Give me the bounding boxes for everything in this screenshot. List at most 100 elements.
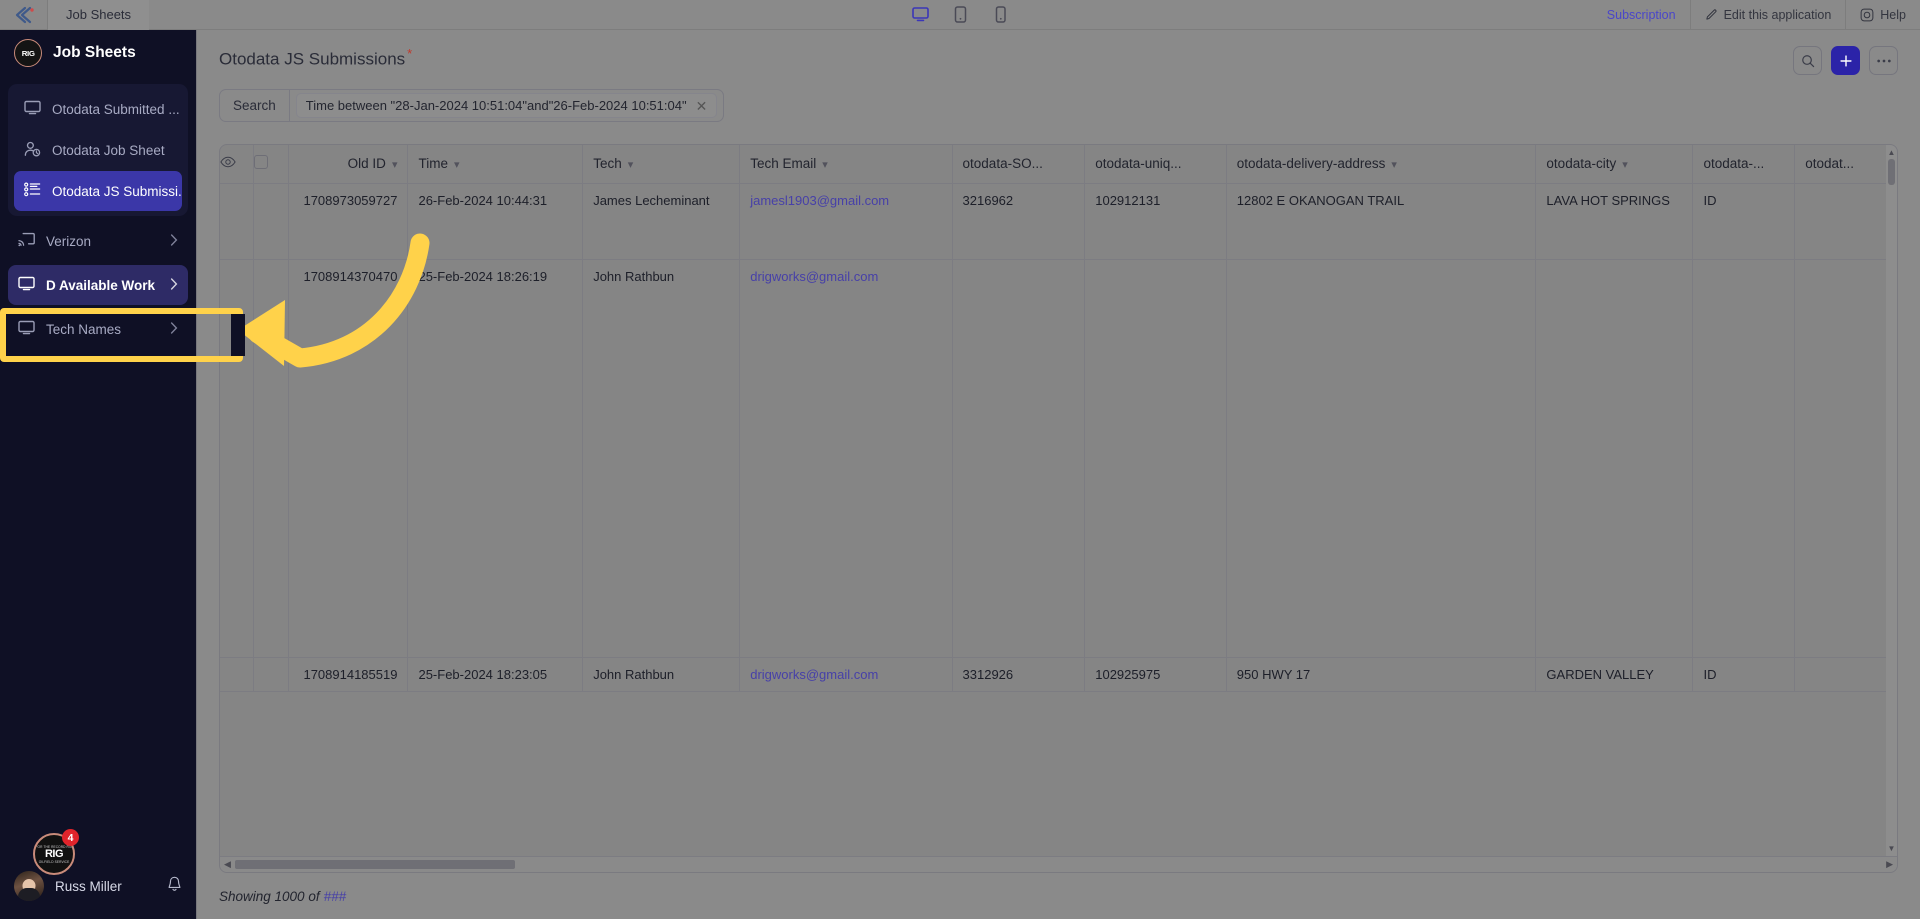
page-title: Otodata JS Submissions *: [219, 46, 412, 70]
scroll-right-arrow-icon[interactable]: ▶: [1886, 859, 1893, 870]
table-row[interactable]: 1708973059727 26-Feb-2024 10:44:31 James L…: [220, 183, 1897, 260]
sidebar-item-otodata-job-sheet[interactable]: Otodata Job Sheet: [14, 130, 182, 170]
chevron-right-icon[interactable]: [170, 233, 178, 249]
cell-tech: John Rathbun: [582, 657, 741, 692]
sidebar-item-otodata-submitted[interactable]: Otodata Submitted ...: [14, 89, 182, 129]
help-button[interactable]: Help: [1845, 0, 1920, 30]
column-header-old_id[interactable]: Old ID ▾: [288, 145, 409, 184]
column-header-label: otodata-SO...: [962, 156, 1043, 172]
bell-icon[interactable]: [167, 876, 182, 897]
page-title-text: Otodata JS Submissions: [219, 49, 406, 69]
cell-old_id: 1708914370470: [288, 259, 409, 658]
table-row[interactable]: 1708914370470 25-Feb-2024 18:26:19 John Ra…: [220, 259, 1897, 658]
vertical-scrollbar[interactable]: ▲ ▼: [1886, 145, 1897, 856]
search-icon: [1801, 54, 1814, 67]
scroll-down-arrow-icon[interactable]: ▼: [1888, 844, 1896, 853]
column-header-label: Old ID: [347, 156, 386, 172]
column-header-tech[interactable]: Tech ▾: [582, 145, 741, 184]
column-header-more[interactable]: otodat...: [1794, 145, 1897, 184]
chevron-down-icon[interactable]: ▾: [454, 159, 460, 171]
column-header-time[interactable]: Time ▾: [407, 145, 584, 184]
app-logo-glyph: [15, 6, 34, 23]
chevron-down-icon[interactable]: ▾: [1391, 159, 1397, 171]
horizontal-scrollbar[interactable]: ◀ ▶: [220, 856, 1897, 872]
column-header-label: Tech Email: [750, 156, 817, 172]
horizontal-scroll-thumb[interactable]: [234, 860, 515, 869]
cell-state: [1692, 259, 1796, 658]
row-eye-cell[interactable]: [220, 259, 254, 658]
sidebar-brand[interactable]: RIG Job Sheets: [0, 30, 196, 76]
chevron-right-icon[interactable]: [170, 321, 178, 337]
search-filter-chip[interactable]: Time between "28-Jan-2024 10:51:04"and"2…: [295, 93, 718, 118]
browser-chrome-bar: Job Sheets Subscription Edit this applic…: [0, 0, 1920, 30]
column-header-so[interactable]: otodata-SO...: [952, 145, 1086, 184]
eye-icon-glyph: [220, 156, 236, 168]
chevron-down-icon[interactable]: ▾: [628, 159, 634, 171]
column-header-uniq[interactable]: otodata-uniq...: [1084, 145, 1227, 184]
vertical-scroll-thumb[interactable]: [1888, 159, 1895, 185]
submissions-table: Old ID ▾ Time ▾ Tech ▾ Tech Email ▾ otodata-SO..…: [220, 145, 1897, 692]
chevron-down-icon[interactable]: ▾: [392, 159, 398, 171]
sidebar-item-verizon[interactable]: Verizon: [8, 221, 188, 261]
cast-icon: [18, 232, 35, 250]
scroll-left-arrow-icon[interactable]: ◀: [224, 859, 231, 870]
row-checkbox-cell[interactable]: [253, 183, 290, 260]
browser-tab-job-sheets[interactable]: Job Sheets: [48, 0, 150, 30]
search-filter-chip-label: Time between "28-Jan-2024 10:51:04"and"2…: [305, 98, 687, 113]
avatar: [14, 871, 44, 901]
column-header-addr[interactable]: otodata-delivery-address ▾: [1226, 145, 1537, 184]
add-button[interactable]: [1831, 46, 1860, 75]
edit-application-button[interactable]: Edit this application: [1689, 0, 1846, 30]
row-checkbox-cell[interactable]: [253, 657, 290, 692]
subscription-link[interactable]: Subscription: [1593, 0, 1690, 30]
mobile-icon[interactable]: [989, 5, 1011, 25]
table-footer: Showing 1000 of ###: [197, 873, 1920, 919]
sidebar-item-otodata-js-submissions[interactable]: Otodata JS Submissi...: [14, 171, 182, 211]
table-row[interactable]: 1708914185519 25-Feb-2024 18:23:05 John Ra…: [220, 657, 1897, 692]
cell-email[interactable]: drigworks@gmail.com: [739, 657, 953, 692]
select-all-checkbox[interactable]: [253, 145, 290, 184]
sidebar-flat-list: Verizon D Available Work Tech Names: [0, 220, 196, 350]
column-header-city[interactable]: otodata-city ▾: [1535, 145, 1694, 184]
page-header: Otodata JS Submissions *: [197, 30, 1920, 75]
scroll-up-arrow-icon[interactable]: ▲: [1888, 148, 1896, 157]
horizontal-scroll-track[interactable]: [234, 860, 1882, 869]
brand-logo-text: RIG: [21, 48, 35, 58]
sidebar-item-tech-names[interactable]: Tech Names: [8, 309, 188, 349]
sidebar-item-label: D Available Work: [46, 277, 156, 293]
sidebar-item-label: Otodata JS Submissi...: [52, 183, 182, 199]
row-checkbox-cell[interactable]: [253, 259, 290, 658]
chevron-down-icon[interactable]: ▾: [1622, 159, 1628, 171]
column-header-email[interactable]: Tech Email ▾: [739, 145, 953, 184]
eye-icon[interactable]: [220, 145, 254, 184]
search-button[interactable]: [1793, 46, 1822, 75]
tablet-icon[interactable]: [949, 5, 971, 25]
column-header-state[interactable]: otodata-...: [1692, 145, 1796, 184]
cell-city: GARDEN VALLEY: [1535, 657, 1694, 692]
cell-state: ID: [1692, 657, 1796, 692]
browser-tab-label: Job Sheets: [66, 7, 132, 22]
table-body: 1708973059727 26-Feb-2024 10:44:31 James L…: [220, 183, 1897, 692]
column-header-label: Time: [418, 156, 448, 172]
cell-email[interactable]: drigworks@gmail.com: [739, 259, 953, 658]
ellipsis-icon: [1876, 59, 1891, 62]
cell-city: LAVA HOT SPRINGS: [1535, 183, 1694, 260]
column-header-label: otodata-delivery-address: [1236, 156, 1386, 172]
sidebar-user-profile[interactable]: Russ Miller: [0, 861, 196, 919]
app-logo-icon[interactable]: [0, 0, 48, 30]
help-label: Help: [1880, 7, 1906, 22]
more-button[interactable]: [1869, 46, 1898, 75]
desktop-icon[interactable]: [909, 5, 931, 25]
row-eye-cell[interactable]: [220, 657, 254, 692]
cell-email[interactable]: jamesl1903@gmail.com: [739, 183, 953, 260]
sidebar-item-d-available-work[interactable]: D Available Work: [8, 265, 188, 305]
close-icon[interactable]: ✕: [696, 99, 708, 113]
sidebar: RIG Job Sheets Otodata Submitted ... Oto…: [0, 30, 196, 919]
search-bar[interactable]: Search Time between "28-Jan-2024 10:51:0…: [219, 89, 725, 122]
chevron-down-icon[interactable]: ▾: [822, 159, 828, 171]
list-icon: [24, 182, 41, 200]
body-split: RIG Job Sheets Otodata Submitted ... Oto…: [0, 30, 1920, 919]
chevron-right-icon[interactable]: [170, 277, 178, 293]
row-eye-cell[interactable]: [220, 183, 254, 260]
